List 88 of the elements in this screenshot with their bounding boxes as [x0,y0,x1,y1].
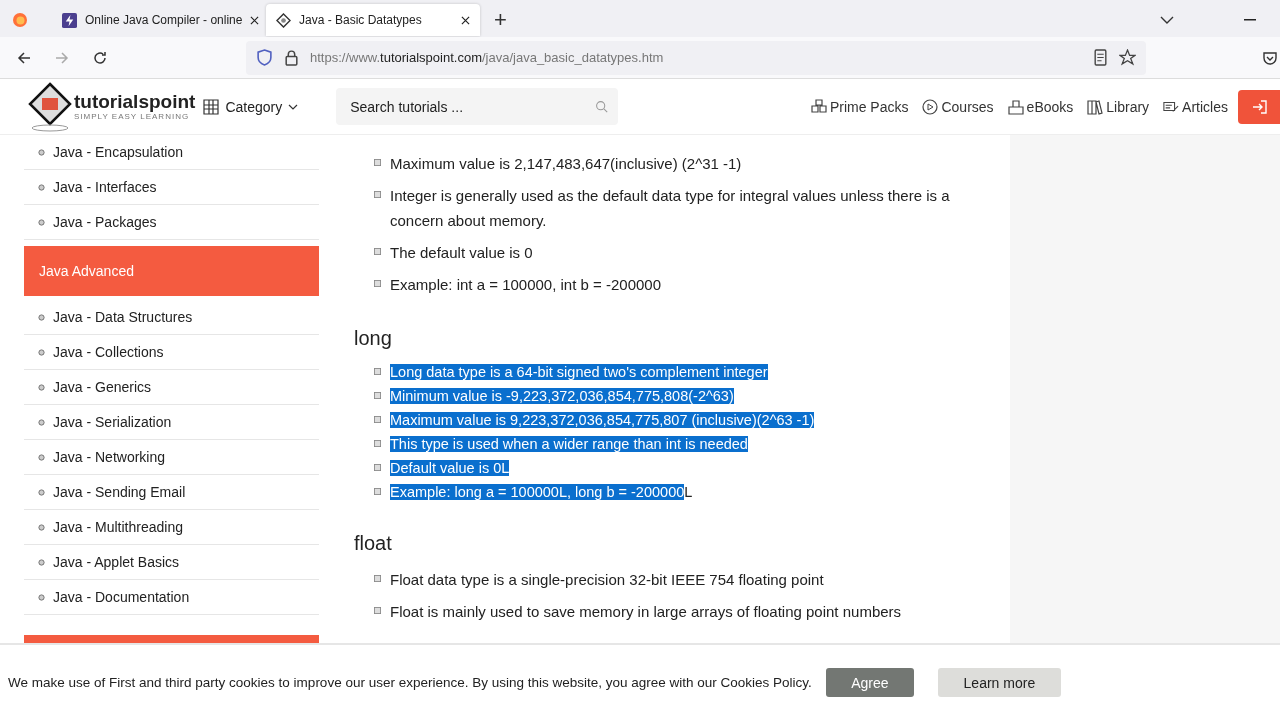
back-icon[interactable] [16,49,32,66]
bullet-icon [374,159,381,166]
bullet-icon [38,313,45,321]
close-icon[interactable] [250,15,260,25]
bullet-icon [38,418,45,426]
shield-icon [256,49,273,66]
sidebar-link[interactable]: Java - Serialization [53,414,172,430]
agree-button[interactable]: Agree [825,668,914,697]
bolt-icon [62,12,77,28]
list-item-text: Float data type is a single-precision 32-bit IEEE 754 floating point [390,570,824,590]
section-heading: long [354,327,393,350]
sidebar-link[interactable]: Java - Data Structures [53,309,193,325]
list-item-text: This type is used when a wider range than int is needed [390,435,748,454]
books-icon [1087,98,1104,115]
logo-text[interactable]: tutorialspoint [74,92,196,112]
cubes-icon [810,98,827,115]
sidebar-link[interactable]: Java - Encapsulation [53,144,183,160]
bullet-icon [374,191,381,198]
sidebar-link[interactable]: Java - Interfaces [53,179,157,195]
bullet-icon [374,575,381,582]
bullet-icon [374,607,381,614]
bullet-icon [38,183,45,191]
nav-link[interactable]: Prime Packs [810,98,909,115]
list-item-text: Maximum value is 9,223,372,036,854,775,807 (inclusive)(2^63 -1) [390,411,815,430]
category-menu[interactable]: Category [203,98,299,115]
sidebar-link[interactable]: Java - Multithreading [53,519,183,535]
bullet-icon [38,523,45,531]
nav-link[interactable]: eBooks [1007,98,1074,115]
sidebar-link[interactable]: Java - Sending Email [53,484,186,500]
list-item-text: Integer is generally used as the default data type for integral values unless there is a concern about memory. [390,186,951,231]
sidebar-link[interactable]: Java - Collections [53,344,164,360]
list-item-text: Example: int a = 100000, int b = -200000 [390,275,662,295]
list-item-text: Long data type is a 64-bit signed two's complement integer [390,363,768,382]
minimize-icon[interactable] [1244,19,1256,21]
grid-icon [203,98,220,115]
bullet-icon [38,383,45,391]
login-icon [1252,98,1268,115]
address-bar[interactable]: https://www.tutorialspoint.com/java/java_basic_datatypes.htm [246,40,1146,75]
reader-icon[interactable] [1092,49,1109,66]
list-item-text: Default value is 0L [390,459,510,478]
list-item-text: Example: long a = 100000L, long b = -200000L [390,483,693,502]
bullet-icon [38,558,45,566]
bullet-icon [374,440,381,447]
bullet-icon [38,348,45,356]
bullet-icon [374,392,381,399]
bullet-icon [374,464,381,471]
learn-more-button[interactable]: Learn more [937,668,1061,697]
sidebar-link[interactable]: Java - Networking [53,449,166,465]
cookie-message: We make use of First and third party cookies to improve our user experience. By using this website, you agree with our Cookies Policy. [8,675,812,690]
logo-icon[interactable] [28,81,72,132]
star-icon[interactable] [1119,49,1136,66]
logo-tagline: SIMPLY EASY LEARNING [74,112,191,121]
nav-link[interactable]: Articles [1163,98,1228,115]
sidebar-link[interactable]: Java - Documentation [53,589,190,605]
diamond-icon [276,12,291,28]
bullet-icon [38,453,45,461]
bullet-icon [374,368,381,375]
chevron-down-icon [288,103,299,110]
section-heading: float [354,532,393,555]
sidebar-link[interactable]: Java - Packages [53,214,157,230]
list-item-text: Maximum value is 2,147,483,647(inclusive) (2^31 -1) [390,154,742,174]
lock-icon [283,49,300,66]
sidebar-link[interactable]: Java - Applet Basics [53,554,180,570]
bullet-icon [374,488,381,495]
nav-link[interactable]: Courses [922,98,994,115]
bullet-icon [374,248,381,255]
browser-tab[interactable]: Online Java Compiler - online [52,4,266,36]
search-field[interactable]: Search tutorials ... [336,88,619,125]
play-icon [922,98,939,115]
nav-link[interactable]: Library [1087,98,1150,115]
close-icon[interactable] [461,15,470,25]
browser-tab[interactable]: Java - Basic Datatypes [266,4,480,36]
bullet-icon [38,488,45,496]
list-item-text: Float is mainly used to save memory in large arrays of floating point numbers [390,602,902,622]
bullet-icon [38,148,45,156]
list-item-text: The default value is 0 [390,243,533,263]
bullet-icon [38,593,45,601]
pocket-icon[interactable] [1262,49,1278,66]
sidebar-link[interactable]: Java - Generics [53,379,152,395]
new-tab-button[interactable]: + [494,7,507,33]
bullet-icon [38,218,45,226]
bullet-icon [374,280,381,287]
login-button[interactable] [1238,89,1280,124]
chevron-down-icon[interactable] [1160,16,1174,24]
list-item-text: Minimum value is -9,223,372,036,854,775,808(-2^63) [390,387,734,406]
bullet-icon [374,416,381,423]
book-icon [1007,98,1024,115]
reload-icon[interactable] [92,49,108,66]
